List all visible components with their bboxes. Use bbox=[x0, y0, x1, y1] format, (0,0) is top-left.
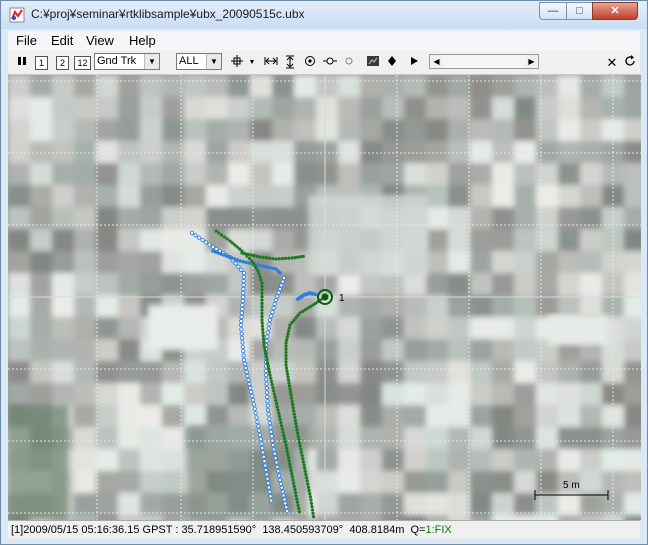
quality-filter-value: ALL bbox=[179, 55, 199, 67]
reload-icon[interactable] bbox=[622, 54, 638, 72]
quality-filter-select[interactable]: ALL ▼ bbox=[176, 53, 222, 70]
solution-1-button[interactable]: 1 bbox=[35, 56, 48, 70]
title-bar[interactable]: C:¥proj¥seminar¥rtklibsample¥ubx_2009051… bbox=[1, 1, 647, 29]
plot-type-select[interactable]: Gnd Trk ▼ bbox=[94, 53, 160, 70]
app-window: C:¥proj¥seminar¥rtklibsample¥ubx_2009051… bbox=[0, 0, 648, 545]
toolbar: 1 2 12 Gnd Trk ▼ ALL ▼ ▼ ◀ ▶ ✕ bbox=[8, 51, 640, 75]
status-bar: [1]2009/05/15 05:16:36.15 GPST : 35.7189… bbox=[8, 520, 640, 539]
show-marker-icon[interactable] bbox=[384, 54, 400, 72]
show-track-icon[interactable] bbox=[302, 54, 318, 72]
menu-bar: File Edit View Help bbox=[8, 31, 640, 51]
show-point-icon[interactable] bbox=[321, 54, 339, 72]
close-button[interactable]: ✕ bbox=[592, 2, 638, 20]
scroll-right-icon[interactable]: ▶ bbox=[525, 55, 538, 68]
origin-dropdown-icon[interactable]: ▼ bbox=[246, 54, 258, 72]
chevron-down-icon: ▼ bbox=[144, 54, 159, 69]
clear-icon[interactable]: ✕ bbox=[604, 54, 620, 72]
solution-12-button[interactable]: 12 bbox=[74, 56, 91, 70]
menu-file[interactable]: File bbox=[16, 33, 37, 48]
chevron-down-icon: ▼ bbox=[206, 54, 221, 69]
ground-track-map[interactable]: 1 5 m bbox=[8, 75, 641, 520]
window-title: C:¥proj¥seminar¥rtklibsample¥ubx_2009051… bbox=[31, 7, 305, 21]
status-datetime: 2009/05/15 05:16:36.15 GPST bbox=[23, 524, 173, 536]
menu-view[interactable]: View bbox=[86, 33, 114, 48]
menu-help[interactable]: Help bbox=[129, 33, 156, 48]
status-quality: 1:FIX bbox=[425, 524, 452, 536]
status-height: 408.8184m bbox=[349, 524, 405, 536]
menu-edit[interactable]: Edit bbox=[51, 33, 73, 48]
map-canvas[interactable]: 1 5 m bbox=[8, 75, 641, 520]
show-map-icon[interactable] bbox=[364, 54, 382, 72]
rtkplot-app-icon bbox=[9, 7, 25, 23]
solution-2-button[interactable]: 2 bbox=[56, 56, 69, 70]
center-origin-icon[interactable] bbox=[228, 54, 246, 72]
status-latitude: 35.718951590° bbox=[181, 524, 257, 536]
plot-type-value: Gnd Trk bbox=[97, 55, 137, 67]
play-icon[interactable] bbox=[406, 54, 422, 72]
minimize-button[interactable]: — bbox=[539, 2, 567, 20]
maximize-button[interactable]: □ bbox=[566, 2, 593, 20]
status-index: [1] bbox=[11, 524, 24, 536]
status-q-label: Q= bbox=[410, 524, 426, 536]
fit-horizontal-icon[interactable] bbox=[262, 54, 280, 72]
fit-vertical-icon[interactable] bbox=[282, 54, 298, 72]
scroll-left-icon[interactable]: ◀ bbox=[430, 55, 443, 68]
status-longitude: 138.450593709° bbox=[262, 524, 344, 536]
scale-label: 5 m bbox=[563, 480, 580, 491]
point-label: 1 bbox=[339, 293, 345, 304]
time-scrollbar[interactable]: ◀ ▶ bbox=[429, 54, 539, 69]
pause-icon[interactable] bbox=[14, 54, 30, 72]
show-error-icon[interactable] bbox=[342, 54, 356, 72]
